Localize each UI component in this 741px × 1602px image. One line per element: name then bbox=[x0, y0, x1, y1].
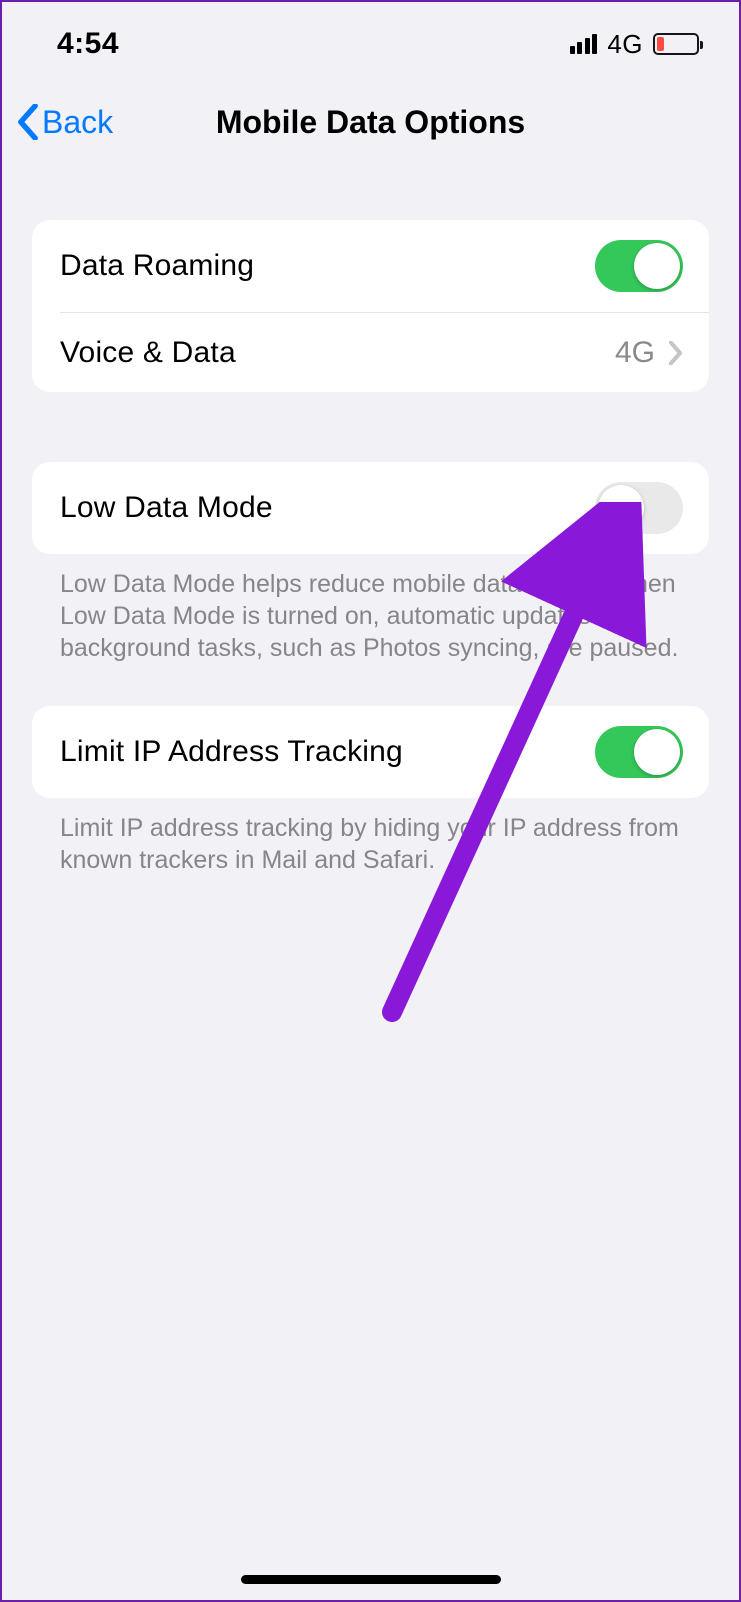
cellular-signal-icon bbox=[570, 34, 598, 54]
battery-icon bbox=[653, 33, 699, 55]
network-type: 4G bbox=[607, 29, 643, 60]
low-data-footer: Low Data Mode helps reduce mobile data u… bbox=[32, 554, 709, 664]
home-indicator bbox=[241, 1575, 501, 1584]
chevron-right-icon bbox=[669, 341, 683, 365]
row-label: Voice & Data bbox=[60, 336, 236, 370]
voice-data-value: 4G bbox=[615, 336, 655, 370]
back-label: Back bbox=[42, 104, 113, 141]
group-connectivity: Data Roaming Voice & Data 4G bbox=[32, 220, 709, 392]
row-label: Low Data Mode bbox=[60, 491, 273, 525]
limit-ip-tracking-toggle[interactable] bbox=[595, 726, 683, 778]
chevron-left-icon bbox=[16, 104, 40, 140]
row-data-roaming[interactable]: Data Roaming bbox=[32, 220, 709, 312]
data-roaming-toggle[interactable] bbox=[595, 240, 683, 292]
status-bar: 4:54 4G bbox=[2, 2, 739, 74]
row-limit-ip-tracking[interactable]: Limit IP Address Tracking bbox=[32, 706, 709, 798]
row-label: Data Roaming bbox=[60, 249, 254, 283]
back-button[interactable]: Back bbox=[2, 104, 113, 141]
status-right: 4G bbox=[570, 29, 699, 60]
row-voice-and-data[interactable]: Voice & Data 4G bbox=[60, 312, 709, 392]
low-data-mode-toggle[interactable] bbox=[595, 482, 683, 534]
row-low-data-mode[interactable]: Low Data Mode bbox=[32, 462, 709, 554]
ip-tracking-footer: Limit IP address tracking by hiding your… bbox=[32, 798, 709, 876]
nav-bar: Back Mobile Data Options bbox=[2, 82, 739, 162]
row-label: Limit IP Address Tracking bbox=[60, 735, 403, 769]
group-low-data: Low Data Mode bbox=[32, 462, 709, 554]
status-time: 4:54 bbox=[57, 27, 119, 61]
group-ip-tracking: Limit IP Address Tracking bbox=[32, 706, 709, 798]
